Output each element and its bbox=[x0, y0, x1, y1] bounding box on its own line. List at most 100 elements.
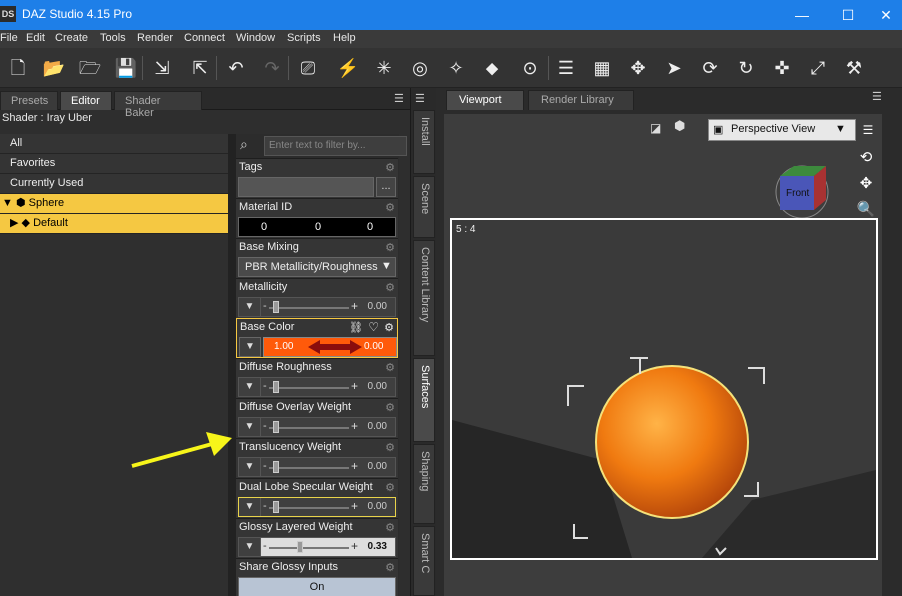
minus-icon[interactable]: - bbox=[263, 500, 267, 512]
menu-render[interactable]: Render bbox=[137, 32, 173, 44]
minus-icon[interactable]: - bbox=[263, 300, 267, 312]
slider-knob[interactable] bbox=[273, 301, 279, 313]
translucency-slider[interactable]: ▼ - + 0.00 bbox=[238, 457, 396, 477]
slider-track[interactable] bbox=[269, 387, 349, 389]
redo-icon[interactable]: ↷ bbox=[260, 56, 284, 80]
export-icon[interactable]: ⇱ bbox=[188, 56, 212, 80]
gear-icon[interactable]: ⚙ bbox=[385, 361, 395, 374]
tags-browse-button[interactable]: ... bbox=[376, 177, 396, 197]
slider-track[interactable] bbox=[269, 507, 349, 509]
link-icon[interactable]: ⛓ bbox=[349, 321, 363, 334]
camera-icon[interactable]: ⎚ bbox=[296, 56, 320, 80]
light-icon[interactable]: ⚡ bbox=[336, 56, 360, 80]
minimize-button[interactable]: — bbox=[782, 4, 822, 26]
gear-icon[interactable]: ⚙ bbox=[385, 281, 395, 294]
geometry-icon[interactable]: ⊙ bbox=[518, 56, 542, 80]
universal-tool-icon[interactable]: ✥ bbox=[626, 56, 650, 80]
metallicity-slider[interactable]: ▼ - + 0.00 bbox=[238, 297, 396, 317]
minus-icon[interactable]: - bbox=[263, 380, 267, 392]
menu-edit[interactable]: Edit bbox=[26, 32, 45, 44]
diffuse-overlay-slider[interactable]: ▼ - + 0.00 bbox=[238, 417, 396, 437]
align-icon[interactable]: ☰ bbox=[554, 56, 578, 80]
grid-icon[interactable]: ▦ bbox=[590, 56, 614, 80]
base-mixing-dropdown[interactable]: PBR Metallicity/Roughness ▼ bbox=[238, 257, 396, 277]
tab-render-library[interactable]: Render Library bbox=[528, 90, 634, 110]
orbit-camera-icon[interactable]: ⟲ bbox=[856, 148, 876, 168]
slider-value[interactable]: 0.00 bbox=[368, 301, 387, 312]
menu-scripts[interactable]: Scripts bbox=[287, 32, 321, 44]
viewport-menu-icon[interactable]: ☰ bbox=[858, 120, 878, 140]
render-icon[interactable]: ◎ bbox=[408, 56, 432, 80]
spotlight-icon[interactable]: ✳ bbox=[372, 56, 396, 80]
slider-track[interactable] bbox=[269, 427, 349, 429]
open-file-icon[interactable]: 📂 bbox=[42, 56, 66, 80]
gear-icon[interactable]: ⚙ bbox=[385, 401, 395, 414]
plus-icon[interactable]: + bbox=[351, 419, 358, 433]
pane-menu-icon[interactable]: ☰ bbox=[872, 90, 882, 103]
tree-item-default[interactable]: ▶ ◆ Default bbox=[0, 214, 228, 234]
lasso-icon[interactable]: ✧ bbox=[444, 56, 468, 80]
material-id-r[interactable]: 0 bbox=[261, 221, 267, 233]
menu-tools[interactable]: Tools bbox=[100, 32, 126, 44]
open-recent-icon[interactable]: 🗁 bbox=[78, 56, 102, 80]
dual-lobe-slider[interactable]: ▼ - + 0.00 bbox=[238, 497, 396, 517]
slider-track[interactable] bbox=[269, 307, 349, 309]
chevron-down-icon[interactable]: ▼ bbox=[239, 418, 261, 436]
chevron-down-icon[interactable]: ▼ bbox=[239, 298, 261, 316]
gear-icon[interactable]: ⚙ bbox=[385, 481, 395, 494]
material-id-g[interactable]: 0 bbox=[315, 221, 321, 233]
slider-knob[interactable] bbox=[273, 421, 279, 433]
slider-value[interactable]: 0.33 bbox=[368, 541, 387, 552]
tab-viewport[interactable]: Viewport bbox=[446, 90, 524, 110]
undo-icon[interactable]: ↶ bbox=[224, 56, 248, 80]
node-icon[interactable]: ⬥ bbox=[480, 56, 504, 80]
splitter[interactable] bbox=[228, 134, 236, 596]
gear-icon[interactable]: ⚙ bbox=[385, 441, 395, 454]
menu-help[interactable]: Help bbox=[333, 32, 356, 44]
menu-create[interactable]: Create bbox=[55, 32, 88, 44]
view-cube[interactable]: Front bbox=[774, 162, 830, 219]
slider-knob[interactable] bbox=[297, 541, 304, 553]
plus-icon[interactable]: + bbox=[351, 499, 358, 513]
tab-content-library[interactable]: Content Library bbox=[413, 240, 435, 356]
material-id-b[interactable]: 0 bbox=[367, 221, 373, 233]
import-icon[interactable]: ⇲ bbox=[150, 56, 174, 80]
plus-icon[interactable]: + bbox=[351, 459, 358, 473]
joint-icon[interactable]: ⚒ bbox=[842, 56, 866, 80]
translate-icon[interactable]: ✜ bbox=[770, 56, 794, 80]
filter-input[interactable]: Enter text to filter by... bbox=[264, 136, 407, 156]
chevron-down-icon[interactable]: ▼ bbox=[239, 538, 261, 556]
tab-shaping[interactable]: Shaping bbox=[413, 444, 435, 524]
tree-item-favorites[interactable]: Favorites bbox=[0, 154, 228, 174]
tab-editor[interactable]: Editor bbox=[60, 91, 112, 110]
gear-icon[interactable]: ⚙ bbox=[385, 561, 395, 574]
chevron-down-icon[interactable]: ▼ bbox=[239, 378, 261, 396]
gear-icon[interactable]: ⚙ bbox=[385, 521, 395, 534]
tab-scene[interactable]: Scene bbox=[413, 176, 435, 238]
slider-track[interactable] bbox=[269, 467, 349, 469]
tags-field[interactable] bbox=[238, 177, 374, 197]
3d-viewport[interactable]: ◪ ⬢ ▣ Perspective View ▼ ☰ Front ⟲ ✥ 🔍 ⛶… bbox=[444, 114, 882, 596]
chevron-down-icon[interactable]: ▼ bbox=[239, 498, 261, 516]
slider-value[interactable]: 0.00 bbox=[368, 421, 387, 432]
diffuse-roughness-slider[interactable]: ▼ - + 0.00 bbox=[238, 377, 396, 397]
slider-knob[interactable] bbox=[273, 461, 279, 473]
tree-item-currently-used[interactable]: Currently Used bbox=[0, 174, 228, 194]
chevron-down-icon[interactable]: ▼ bbox=[239, 337, 261, 357]
base-color-swatch[interactable]: 1.00 0.00 bbox=[263, 337, 397, 357]
tree-item-all[interactable]: All bbox=[0, 134, 228, 154]
slider-value[interactable]: 0.00 bbox=[368, 381, 387, 392]
pane-menu-icon[interactable]: ☰ bbox=[415, 92, 425, 105]
select-icon[interactable]: ➤ bbox=[662, 56, 686, 80]
shading-cube-icon[interactable]: ⬢ bbox=[674, 118, 685, 134]
share-glossy-toggle[interactable]: On bbox=[238, 577, 396, 596]
slider-track[interactable] bbox=[269, 547, 349, 549]
slider-value[interactable]: 0.00 bbox=[368, 501, 387, 512]
pan-camera-icon[interactable]: ✥ bbox=[856, 174, 876, 194]
close-button[interactable]: ✕ bbox=[866, 4, 902, 26]
rotate-icon[interactable]: ↻ bbox=[734, 56, 758, 80]
menu-connect[interactable]: Connect bbox=[184, 32, 225, 44]
gear-icon[interactable]: ⚙ bbox=[385, 241, 395, 254]
menu-file[interactable]: File bbox=[0, 32, 18, 44]
slider-value[interactable]: 0.00 bbox=[368, 461, 387, 472]
